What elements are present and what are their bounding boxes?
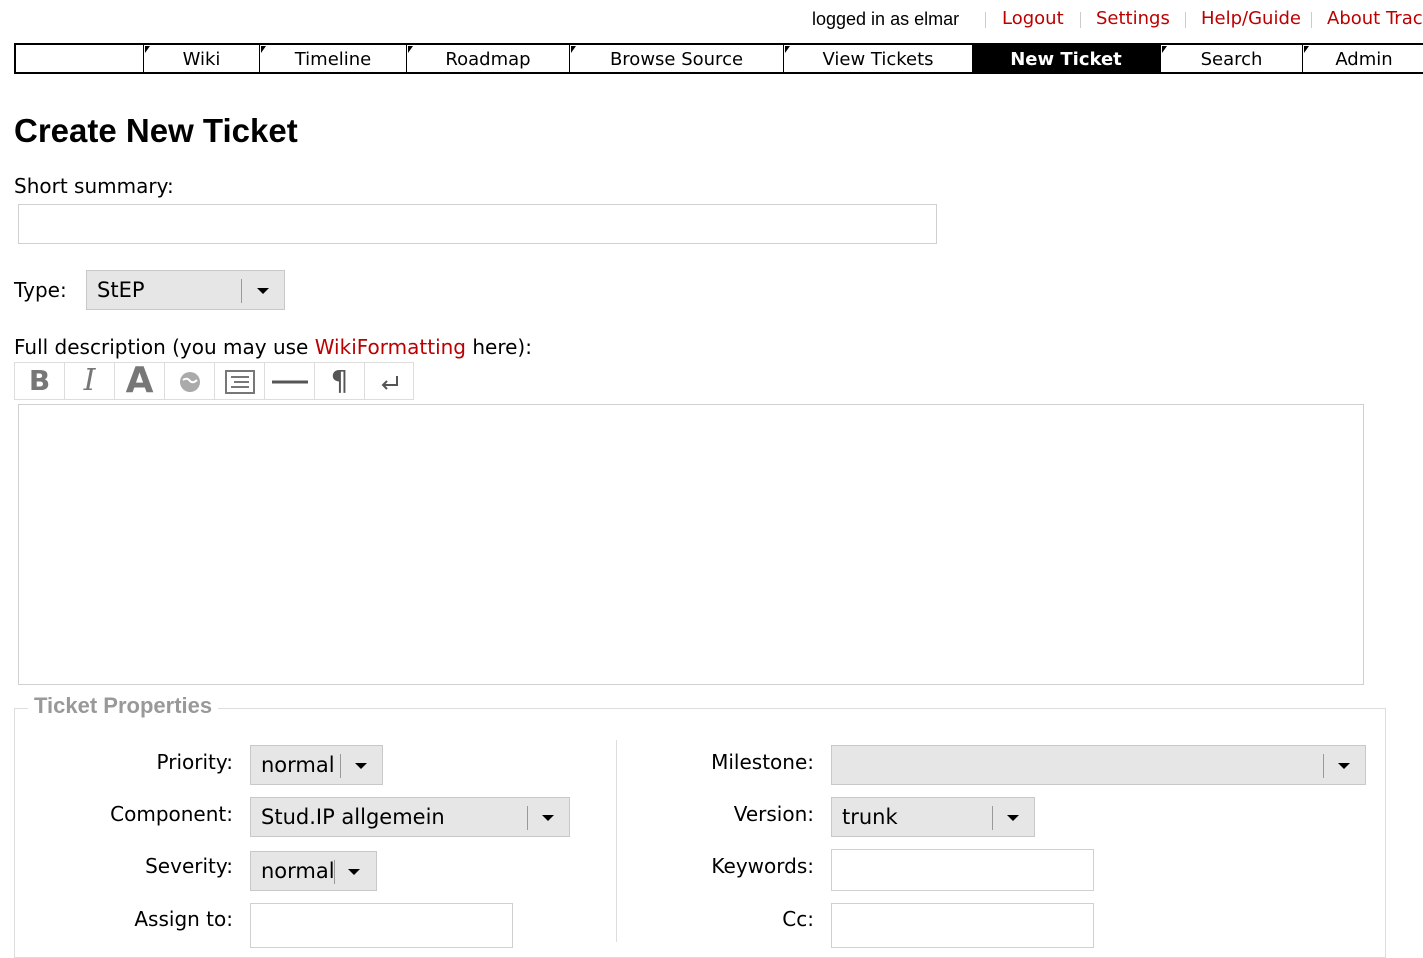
- logged-in-text: logged in as elmar: [812, 9, 960, 29]
- wiki-toolbar: B I A ¶: [14, 362, 414, 400]
- code-block-icon: [224, 369, 255, 394]
- type-label: Type:: [14, 278, 67, 302]
- cc-label: Cc:: [782, 907, 814, 931]
- version-select[interactable]: trunk: [831, 797, 1035, 837]
- chevron-down-icon: [355, 763, 367, 769]
- heading-button[interactable]: A: [115, 363, 165, 399]
- link-button[interactable]: [165, 363, 215, 399]
- severity-label: Severity:: [145, 854, 233, 878]
- tab-label: New Ticket: [1010, 49, 1122, 70]
- priority-select-value: normal: [261, 753, 335, 777]
- paragraph-button[interactable]: ¶: [315, 363, 365, 399]
- ticket-properties-legend: Ticket Properties: [28, 693, 219, 719]
- tab-roadmap[interactable]: Roadmap: [406, 45, 569, 72]
- italic-button[interactable]: I: [65, 363, 115, 399]
- select-separator: [334, 860, 335, 884]
- severity-select[interactable]: normal: [250, 851, 377, 891]
- chevron-down-icon: [348, 869, 360, 875]
- chevron-down-icon: [257, 288, 269, 294]
- help-guide-link[interactable]: Help/Guide: [1201, 6, 1301, 32]
- select-separator: [527, 806, 528, 830]
- meta-separator: [1185, 12, 1186, 28]
- bold-icon: B: [28, 364, 51, 397]
- select-separator: [1323, 754, 1324, 778]
- milestone-select[interactable]: [831, 745, 1366, 785]
- select-separator: [340, 754, 341, 778]
- tab-corner-decoration: [1162, 46, 1167, 53]
- summary-label: Short summary:: [14, 174, 174, 198]
- tab-corner-decoration: [1304, 46, 1309, 53]
- settings-link[interactable]: Settings: [1096, 6, 1170, 32]
- tab-label: Timeline: [294, 49, 372, 70]
- meta-separator: [985, 12, 986, 28]
- tab-browse-source[interactable]: Browse Source: [569, 45, 783, 72]
- page-title: Create New Ticket: [14, 112, 298, 149]
- tab-label: Search: [1200, 49, 1263, 70]
- type-select[interactable]: StEP: [86, 270, 285, 310]
- tab-wiki[interactable]: Wiki: [143, 45, 259, 72]
- tab-corner-decoration: [145, 46, 150, 53]
- meta-navigation: logged in as elmar Logout Settings Help/…: [0, 6, 1423, 32]
- tab-new-ticket[interactable]: New Ticket: [972, 45, 1160, 72]
- tab-corner-decoration: [785, 46, 790, 53]
- tab-timeline[interactable]: Timeline: [259, 45, 406, 72]
- tab-label: Roadmap: [445, 49, 531, 70]
- assign-to-label: Assign to:: [134, 907, 233, 931]
- properties-divider: [616, 740, 617, 942]
- paragraph-icon: ¶: [330, 364, 349, 397]
- tab-corner-decoration: [408, 46, 413, 53]
- keywords-label: Keywords:: [711, 854, 814, 878]
- horizontal-rule-icon: [271, 380, 308, 383]
- main-navigation: Wiki Timeline Roadmap Browse Source View…: [14, 43, 1423, 74]
- wikiformatting-link[interactable]: WikiFormatting: [315, 335, 466, 359]
- milestone-label: Milestone:: [711, 750, 814, 774]
- select-separator: [992, 806, 993, 830]
- tab-label: Browse Source: [609, 49, 744, 70]
- component-select-value: Stud.IP allgemein: [261, 805, 445, 829]
- chevron-down-icon: [1338, 763, 1350, 769]
- version-label: Version:: [733, 802, 814, 826]
- component-label: Component:: [110, 802, 233, 826]
- tab-search[interactable]: Search: [1160, 45, 1302, 72]
- tab-admin[interactable]: Admin: [1302, 45, 1423, 72]
- chevron-down-icon: [542, 815, 554, 821]
- heading-icon: A: [125, 360, 154, 401]
- type-select-value: StEP: [97, 278, 145, 302]
- tab-label: Wiki: [182, 49, 221, 70]
- select-separator: [241, 279, 242, 303]
- italic-icon: I: [83, 363, 96, 398]
- keywords-input[interactable]: [831, 849, 1094, 891]
- about-trac-link[interactable]: About Trac: [1327, 6, 1423, 32]
- bold-button[interactable]: B: [15, 363, 65, 399]
- severity-select-value: normal: [261, 859, 335, 883]
- tab-corner-decoration: [571, 46, 576, 53]
- line-break-button[interactable]: [365, 363, 415, 399]
- tab-label: Admin: [1335, 49, 1393, 70]
- link-globe-icon: [179, 371, 200, 392]
- logout-link[interactable]: Logout: [1002, 6, 1064, 32]
- code-block-button[interactable]: [215, 363, 265, 399]
- meta-separator: [1311, 12, 1312, 28]
- chevron-down-icon: [1007, 815, 1019, 821]
- tab-corner-decoration: [261, 46, 266, 53]
- cc-input[interactable]: [831, 903, 1094, 948]
- component-select[interactable]: Stud.IP allgemein: [250, 797, 570, 837]
- description-label-suffix: here):: [466, 335, 532, 359]
- description-textarea[interactable]: [18, 404, 1364, 685]
- tab-view-tickets[interactable]: View Tickets: [783, 45, 972, 72]
- priority-select[interactable]: normal: [250, 745, 383, 785]
- priority-label: Priority:: [156, 750, 233, 774]
- line-break-icon: [381, 375, 398, 390]
- description-label-prefix: Full description (you may use: [14, 335, 315, 359]
- assign-to-input[interactable]: [250, 903, 513, 948]
- summary-input[interactable]: [18, 204, 937, 244]
- description-label: Full description (you may use WikiFormat…: [14, 335, 532, 359]
- horizontal-rule-button[interactable]: [265, 363, 315, 399]
- version-select-value: trunk: [842, 805, 898, 829]
- meta-separator: [1080, 12, 1081, 28]
- tab-label: View Tickets: [822, 49, 934, 70]
